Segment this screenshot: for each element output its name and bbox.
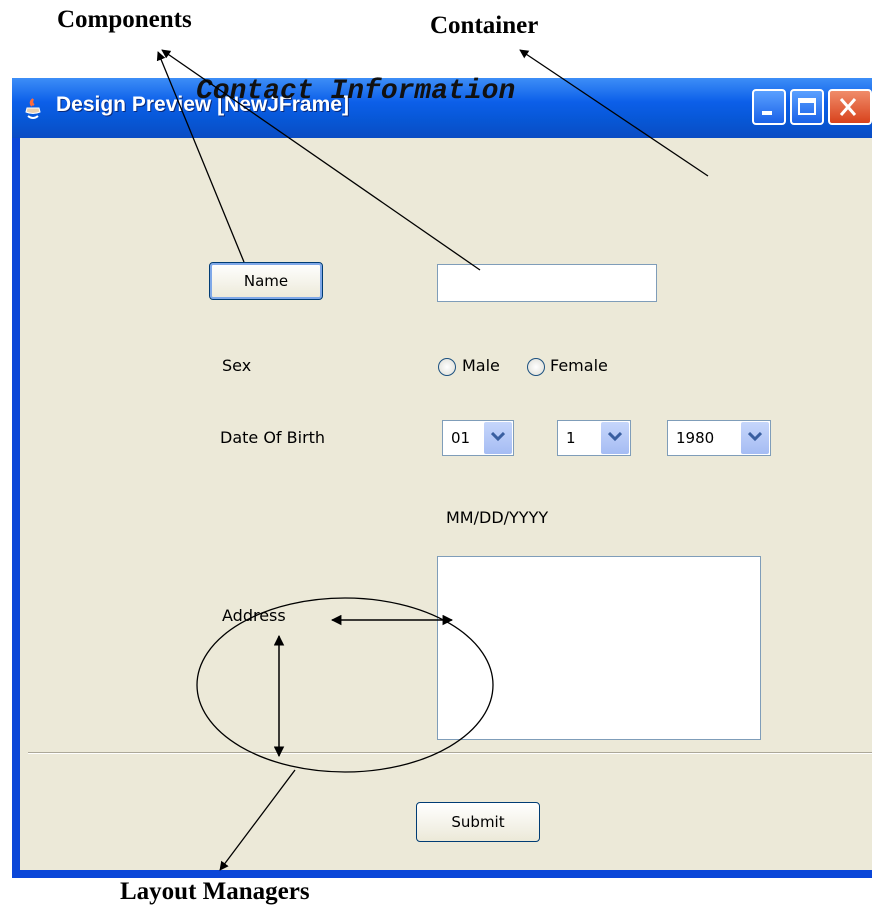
components-arrow-to-textfield xyxy=(161,49,481,271)
container-arrow xyxy=(519,49,709,177)
layout-managers-arrow xyxy=(219,769,296,871)
components-arrow-to-button xyxy=(156,51,245,263)
layout-managers-ellipse xyxy=(196,597,494,773)
annotation-overlay xyxy=(156,49,709,871)
